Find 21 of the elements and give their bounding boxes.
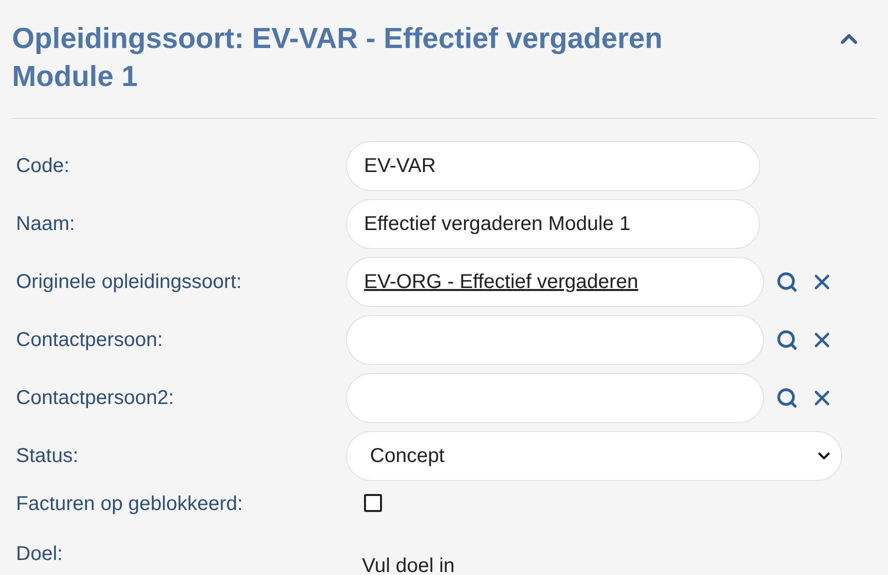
field-label: Naam: (16, 213, 75, 235)
field-label: Doel: (16, 543, 63, 565)
field-label: Facturen op geblokkeerd: (16, 493, 243, 515)
checkbox[interactable] (364, 494, 382, 512)
field-label: Contactpersoon: (16, 329, 163, 351)
text-field[interactable]: EV-VAR (346, 141, 760, 191)
field-label: Originele opleidingssoort: (16, 271, 242, 293)
field-label: Code: (16, 155, 70, 177)
text-field[interactable]: Effectief vergaderen Module 1 (346, 199, 760, 249)
lookup-field[interactable]: EV-ORG - Effectief vergaderen (346, 257, 764, 307)
search-icon[interactable] (776, 329, 798, 351)
search-icon[interactable] (776, 271, 798, 293)
field-label: Contactpersoon2: (16, 387, 174, 409)
panel-title: Opleidingssoort: EV-VAR - Effectief vergaderen Module 1 (12, 22, 664, 95)
lookup-field[interactable] (346, 315, 764, 365)
status-select[interactable]: Concept (346, 431, 842, 481)
lookup-link[interactable]: EV-ORG - Effectief vergaderen (364, 267, 638, 297)
search-icon[interactable] (776, 387, 798, 409)
lookup-field[interactable] (346, 373, 764, 423)
goal-editor[interactable]: Vul doel in (362, 551, 455, 575)
field-label: Status: (16, 445, 78, 467)
